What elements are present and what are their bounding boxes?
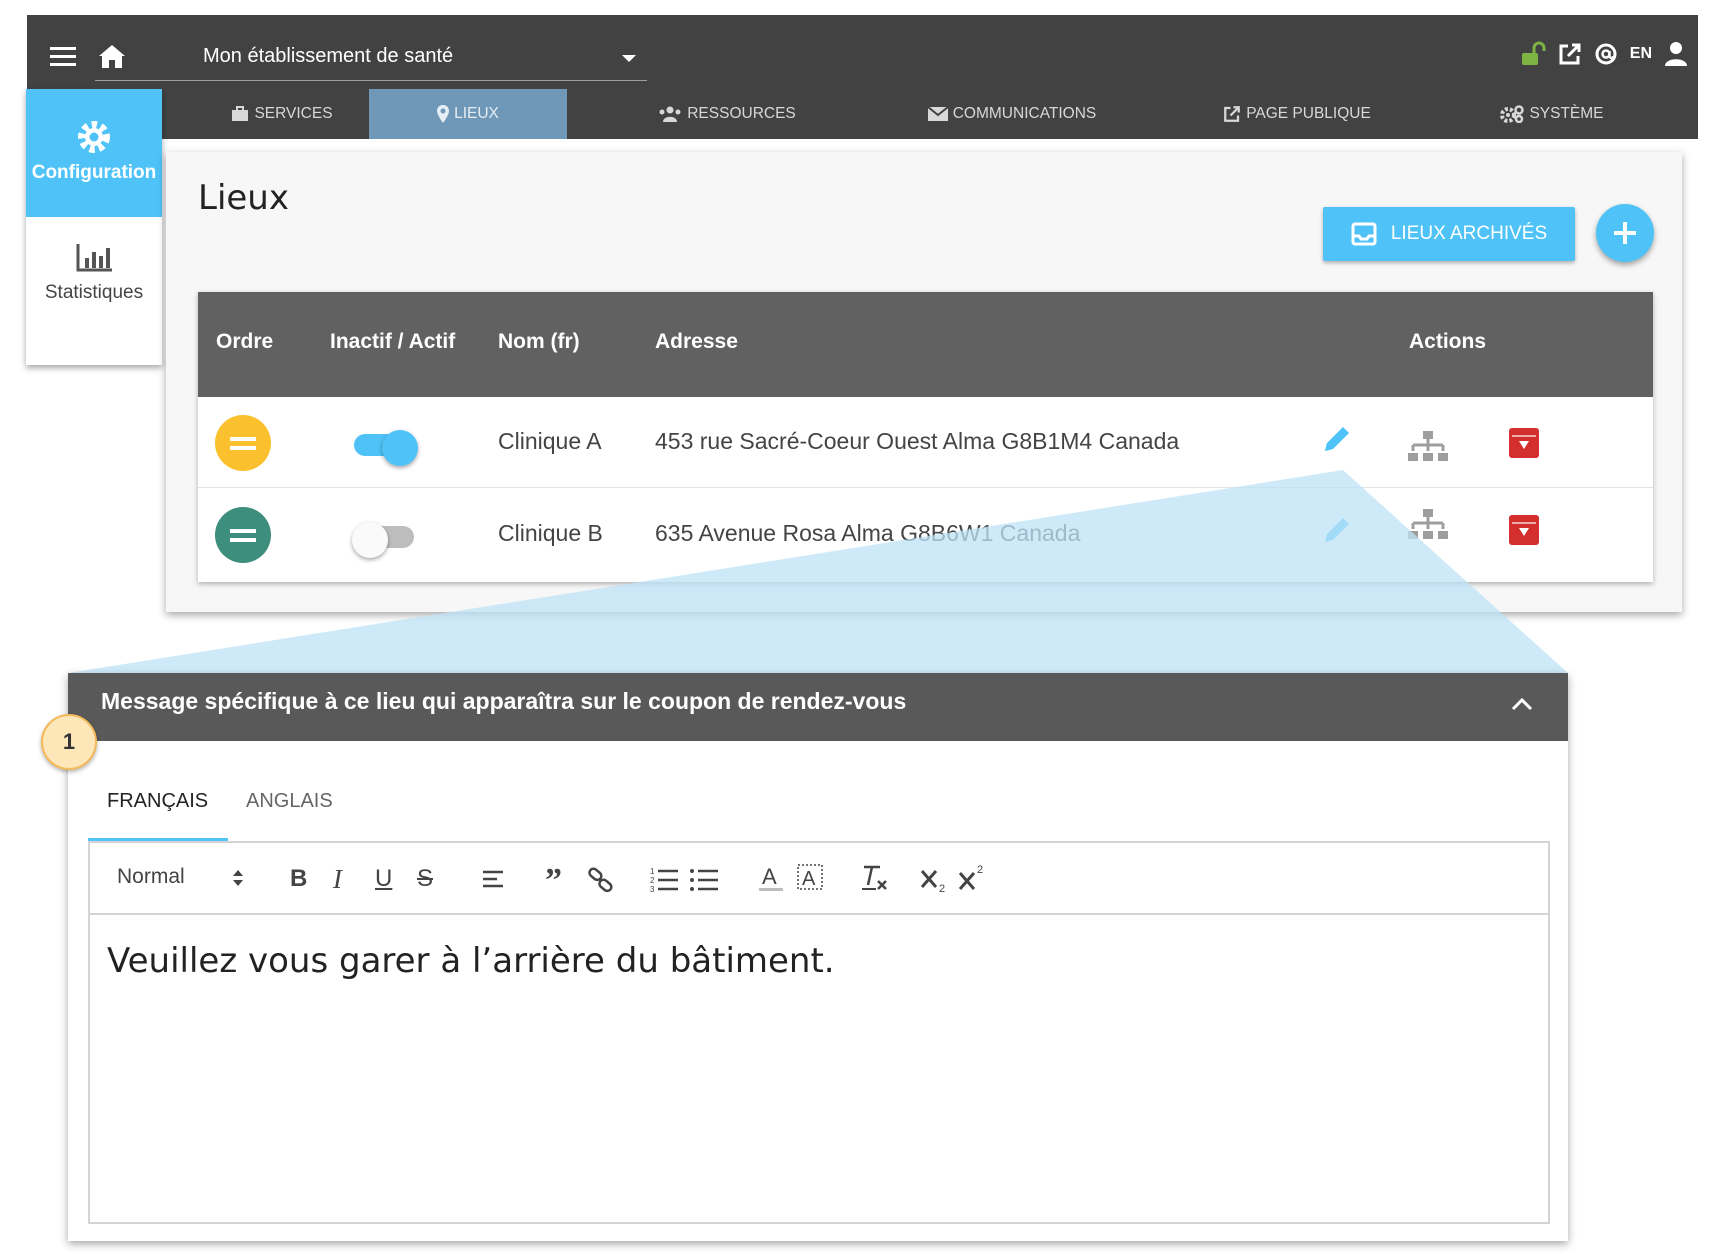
main-tabs: SERVICES LIEUX RESSOURCES COMMUNICATIONS…	[162, 89, 1698, 139]
table-row: Clinique A 453 rue Sacré-Coeur Ouest Alm…	[198, 397, 1653, 488]
link-icon[interactable]	[587, 867, 615, 893]
side-nav: Configuration Statistiques	[26, 89, 162, 365]
bullet-list-icon[interactable]	[690, 865, 718, 893]
users-icon	[659, 106, 681, 122]
briefcase-icon	[232, 106, 249, 121]
step-badge: 1	[41, 714, 97, 770]
tab-ressources[interactable]: RESSOURCES	[632, 89, 822, 139]
editor-toolbar: Normal B I U S ” 1 2 3 A A 2 2	[90, 843, 1548, 915]
nav-statistiques[interactable]: Statistiques	[26, 217, 162, 365]
blockquote-icon[interactable]: ”	[545, 864, 562, 898]
tab-francais[interactable]: FRANÇAIS	[107, 790, 208, 813]
strikethrough-icon[interactable]: S	[417, 865, 433, 893]
underline-icon[interactable]: U	[375, 865, 392, 893]
edit-icon[interactable]	[1321, 423, 1353, 455]
svg-text:A: A	[802, 868, 816, 890]
menu-icon[interactable]	[50, 47, 76, 66]
home-icon[interactable]	[97, 42, 127, 70]
archive-icon[interactable]	[1508, 427, 1540, 459]
location-address: 453 rue Sacré-Coeur Ouest Alma G8B1M4 Ca…	[655, 428, 1180, 454]
active-toggle[interactable]	[352, 430, 418, 466]
svg-text:2: 2	[650, 876, 655, 885]
align-icon[interactable]	[482, 869, 504, 889]
at-icon[interactable]	[1594, 42, 1618, 66]
rich-text-editor: Normal B I U S ” 1 2 3 A A 2 2 Veuillez …	[88, 841, 1550, 1224]
tab-page-publique[interactable]: PAGE PUBLIQUE	[1202, 89, 1392, 139]
text-color-icon[interactable]: A	[758, 863, 784, 893]
archive-icon[interactable]	[1508, 514, 1540, 546]
svg-text:1: 1	[650, 867, 655, 876]
envelope-icon	[927, 107, 948, 121]
svg-text:2: 2	[939, 883, 945, 895]
header-address: Adresse	[655, 330, 738, 353]
svg-text:A: A	[762, 864, 777, 889]
header-active: Inactif / Actif	[330, 330, 456, 353]
bar-chart-icon	[76, 244, 112, 272]
nav-configuration[interactable]: Configuration	[26, 89, 162, 217]
locations-table: Ordre Inactif / Actif Nom (fr) Adresse A…	[198, 292, 1653, 582]
ordered-list-icon[interactable]: 1 2 3	[650, 865, 678, 893]
tab-systeme[interactable]: SYSTÈME	[1472, 89, 1632, 139]
italic-icon[interactable]: I	[333, 865, 342, 893]
tab-anglais[interactable]: ANGLAIS	[246, 790, 333, 813]
drag-handle-icon[interactable]	[215, 415, 271, 471]
header-name: Nom (fr)	[498, 330, 580, 353]
superscript-icon[interactable]: 2	[958, 863, 988, 893]
editor-content[interactable]: Veuillez vous garer à l’arrière du bâtim…	[107, 941, 835, 981]
active-toggle[interactable]	[352, 522, 418, 558]
location-name: Clinique B	[498, 520, 603, 546]
bold-icon[interactable]: B	[290, 865, 307, 893]
external-link-icon	[1224, 106, 1241, 122]
nav-statistiques-label: Statistiques	[44, 282, 144, 303]
location-address: 635 Avenue Rosa Alma G8B6W1 Canada	[655, 520, 1081, 546]
user-icon[interactable]	[1664, 41, 1688, 67]
edit-icon[interactable]	[1321, 514, 1353, 546]
format-select[interactable]: Normal	[117, 865, 185, 889]
panel-title: Message spécifique à ce lieu qui apparaî…	[101, 688, 907, 714]
nav-configuration-label: Configuration	[31, 162, 157, 183]
header-order: Ordre	[216, 330, 274, 353]
subscript-icon[interactable]: 2	[920, 865, 950, 895]
gear-icon	[78, 121, 110, 153]
drag-handle-icon[interactable]	[215, 507, 271, 563]
location-name: Clinique A	[498, 428, 602, 454]
svg-text:2: 2	[977, 864, 983, 876]
header-actions: Actions	[1409, 330, 1487, 353]
map-marker-icon	[437, 105, 450, 123]
top-app-bar: Mon établissement de santé EN	[27, 15, 1698, 89]
add-location-button[interactable]	[1596, 204, 1654, 262]
inbox-icon	[1351, 222, 1377, 246]
page-title: Lieux	[198, 178, 289, 218]
table-row: Clinique B 635 Avenue Rosa Alma G8B6W1 C…	[198, 489, 1653, 580]
select-arrows-icon[interactable]	[232, 868, 244, 888]
language-toggle[interactable]: EN	[1630, 45, 1652, 63]
tab-lieux[interactable]: LIEUX	[369, 89, 567, 139]
tab-services[interactable]: SERVICES	[202, 89, 362, 139]
tab-communications[interactable]: COMMUNICATIONS	[897, 89, 1127, 139]
clear-format-icon[interactable]	[860, 863, 890, 893]
archived-locations-button[interactable]: LIEUX ARCHIVÉS	[1323, 207, 1575, 261]
establishment-label: Mon établissement de santé	[203, 45, 454, 67]
table-header: Ordre Inactif / Actif Nom (fr) Adresse A…	[198, 292, 1653, 397]
external-link-icon[interactable]	[1558, 42, 1582, 66]
background-color-icon[interactable]: A	[796, 863, 824, 893]
svg-text:3: 3	[650, 885, 655, 893]
chevron-down-icon[interactable]	[622, 55, 636, 62]
hierarchy-icon[interactable]	[1408, 431, 1448, 465]
hierarchy-icon[interactable]	[1408, 509, 1448, 543]
cogs-icon	[1500, 105, 1525, 123]
panel-header[interactable]: Message spécifique à ce lieu qui apparaî…	[68, 673, 1568, 741]
chevron-up-icon[interactable]	[1511, 697, 1533, 711]
unlock-icon[interactable]	[1520, 41, 1546, 67]
